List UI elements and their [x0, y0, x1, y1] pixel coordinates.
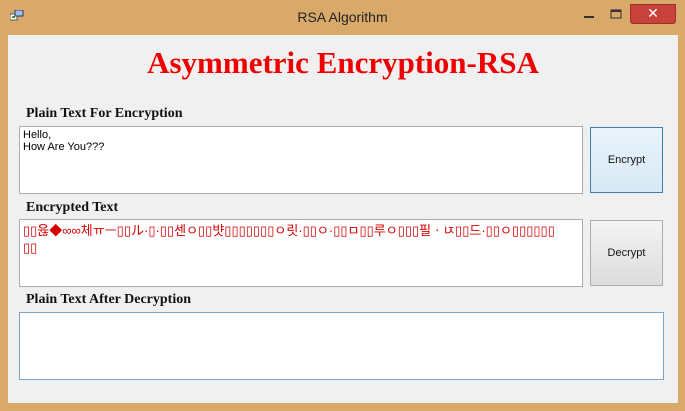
decrypted-text-label: Plain Text After Decryption — [26, 292, 192, 307]
app-window: RSA Algorithm ✕ Asymmetric Encryption-RS… — [0, 0, 685, 411]
page-heading: Asymmetric Encryption-RSA — [147, 45, 539, 80]
close-button[interactable]: ✕ — [630, 4, 676, 24]
maximize-button[interactable] — [603, 6, 629, 24]
decrypt-button[interactable]: Decrypt — [590, 220, 663, 286]
plain-text-label: Plain Text For Encryption — [26, 106, 183, 121]
plain-text-input[interactable]: Hello, How Are You??? — [19, 126, 583, 194]
decrypted-text-output[interactable] — [19, 312, 664, 380]
encrypted-text-label: Encrypted Text — [26, 200, 119, 215]
close-icon: ✕ — [647, 6, 659, 22]
encrypt-button[interactable]: Encrypt — [590, 127, 663, 193]
minimize-button[interactable] — [576, 6, 602, 24]
form-client-area: Asymmetric Encryption-RSA Plain Text For… — [8, 35, 678, 403]
encrypted-text-input[interactable]: ▯▯윦◆∞∞체ㅠㅡ▯▯ル·▯·▯▯센ㅇ▯▯뱟▯▯▯▯▯▯▯ㅇ릿·▯▯ㅇ·▯▯ㅁ▯… — [19, 219, 583, 287]
window-bottom-border — [0, 403, 685, 411]
title-bar[interactable]: RSA Algorithm ✕ — [0, 0, 685, 34]
